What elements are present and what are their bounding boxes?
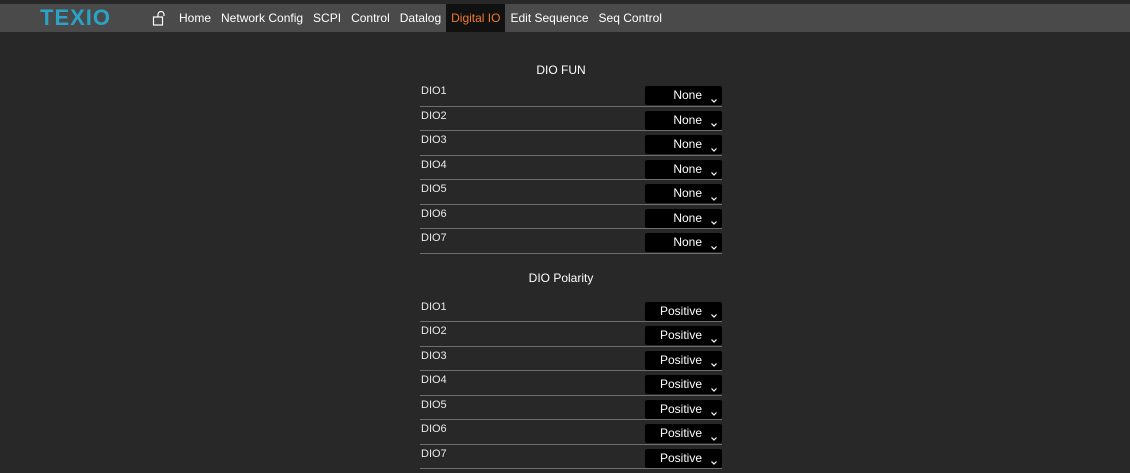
digital-io-panel: DIO FUN DIO1 None DIO2 None DIO3 None DI… — [420, 58, 722, 469]
select-value: Positive — [659, 352, 702, 367]
chevron-down-icon — [710, 356, 718, 367]
texio-logo[interactable]: TEXIO — [40, 5, 111, 31]
chevron-down-icon — [710, 116, 718, 127]
dio-polarity-label: DIO4 — [421, 374, 447, 386]
dio-polarity-label: DIO3 — [421, 349, 447, 362]
dio-fun-row: DIO6 None — [420, 205, 722, 229]
dio-polarity-row: DIO5 Positive — [420, 396, 722, 420]
select-value: Positive — [659, 328, 702, 342]
chevron-down-icon — [710, 190, 718, 201]
nav-scpi[interactable]: SCPI — [308, 4, 346, 32]
dio-polarity-row: DIO2 Positive — [420, 322, 722, 347]
dio-polarity-label: DIO1 — [421, 300, 447, 313]
dio-polarity-row: DIO3 Positive — [420, 347, 722, 371]
dio-fun-label: DIO5 — [421, 183, 447, 195]
dio-polarity-row: DIO4 Positive — [420, 371, 722, 396]
select-value: None — [673, 88, 702, 102]
select-value: None — [673, 112, 702, 127]
dio-fun-row: DIO4 None — [420, 156, 722, 180]
chevron-down-icon — [710, 430, 718, 441]
nav-seq-control[interactable]: Seq Control — [594, 4, 667, 32]
chevron-down-icon — [710, 454, 718, 465]
dio-polarity-title: DIO Polarity — [528, 270, 594, 285]
dio-fun-label: DIO1 — [421, 85, 447, 97]
select-value: Positive — [659, 426, 702, 440]
chevron-down-icon — [710, 92, 718, 103]
dio2-fun-select[interactable]: None — [645, 110, 722, 130]
chevron-down-icon — [710, 307, 718, 318]
dio5-polarity-select[interactable]: Positive — [645, 399, 722, 419]
dio-fun-row: DIO1 None — [420, 82, 722, 107]
select-value: None — [673, 137, 702, 151]
chevron-down-icon — [710, 239, 718, 250]
dio-fun-label: DIO3 — [421, 134, 447, 146]
chevron-down-icon — [710, 381, 718, 392]
nav-digital-io[interactable]: Digital IO — [446, 4, 506, 32]
dio6-fun-select[interactable]: None — [645, 208, 722, 228]
nav-network-config[interactable]: Network Config — [216, 4, 308, 32]
dio-fun-label: DIO6 — [421, 207, 447, 220]
dio-polarity-row: DIO6 Positive — [420, 420, 722, 445]
dio3-fun-select[interactable]: None — [645, 135, 722, 154]
dio-polarity-label: DIO6 — [421, 423, 447, 435]
dio-polarity-row: DIO7 Positive — [420, 445, 722, 469]
nav-edit-sequence[interactable]: Edit Sequence — [505, 4, 593, 32]
unlocked-padlock-icon[interactable] — [152, 10, 168, 26]
main-nav: Home Network Config SCPI Control Datalog… — [152, 4, 667, 32]
top-bar: TEXIO Home Network Config SCPI Control D… — [0, 0, 1130, 40]
select-value: Positive — [659, 401, 702, 416]
dio1-fun-select[interactable]: None — [645, 86, 722, 105]
select-value: Positive — [659, 377, 702, 391]
chevron-down-icon — [710, 332, 718, 343]
select-value: None — [673, 161, 702, 176]
dio3-polarity-select[interactable]: Positive — [645, 350, 722, 370]
dio6-polarity-select[interactable]: Positive — [645, 424, 722, 443]
dio-fun-label: DIO4 — [421, 158, 447, 171]
nav-control[interactable]: Control — [346, 4, 395, 32]
chevron-down-icon — [710, 165, 718, 176]
dio-fun-row: DIO7 None — [420, 229, 722, 254]
dio-fun-label: DIO2 — [421, 109, 447, 122]
dio-polarity-label: DIO2 — [421, 325, 447, 337]
chevron-down-icon — [710, 214, 718, 225]
dio-fun-label: DIO7 — [421, 232, 447, 244]
dio5-fun-select[interactable]: None — [645, 184, 722, 203]
dio-polarity-row: DIO1 Positive — [420, 298, 722, 322]
dio4-polarity-select[interactable]: Positive — [645, 375, 722, 394]
select-value: Positive — [659, 303, 702, 318]
select-value: None — [673, 210, 702, 225]
dio7-fun-select[interactable]: None — [645, 233, 722, 252]
dio-fun-row: DIO2 None — [420, 107, 722, 131]
nav-datalog[interactable]: Datalog — [395, 4, 446, 32]
dio4-fun-select[interactable]: None — [645, 159, 722, 179]
dio-fun-row: DIO3 None — [420, 131, 722, 156]
select-value: None — [673, 186, 702, 200]
dio2-polarity-select[interactable]: Positive — [645, 326, 722, 345]
chevron-down-icon — [710, 141, 718, 152]
dio-fun-row: DIO5 None — [420, 180, 722, 205]
dio-polarity-label: DIO5 — [421, 398, 447, 411]
chevron-down-icon — [710, 405, 718, 416]
dio-fun-title: DIO FUN — [536, 63, 586, 77]
nav-home[interactable]: Home — [174, 4, 216, 32]
dio1-polarity-select[interactable]: Positive — [645, 301, 722, 321]
select-value: None — [673, 235, 702, 249]
dio-polarity-label: DIO7 — [421, 447, 447, 460]
